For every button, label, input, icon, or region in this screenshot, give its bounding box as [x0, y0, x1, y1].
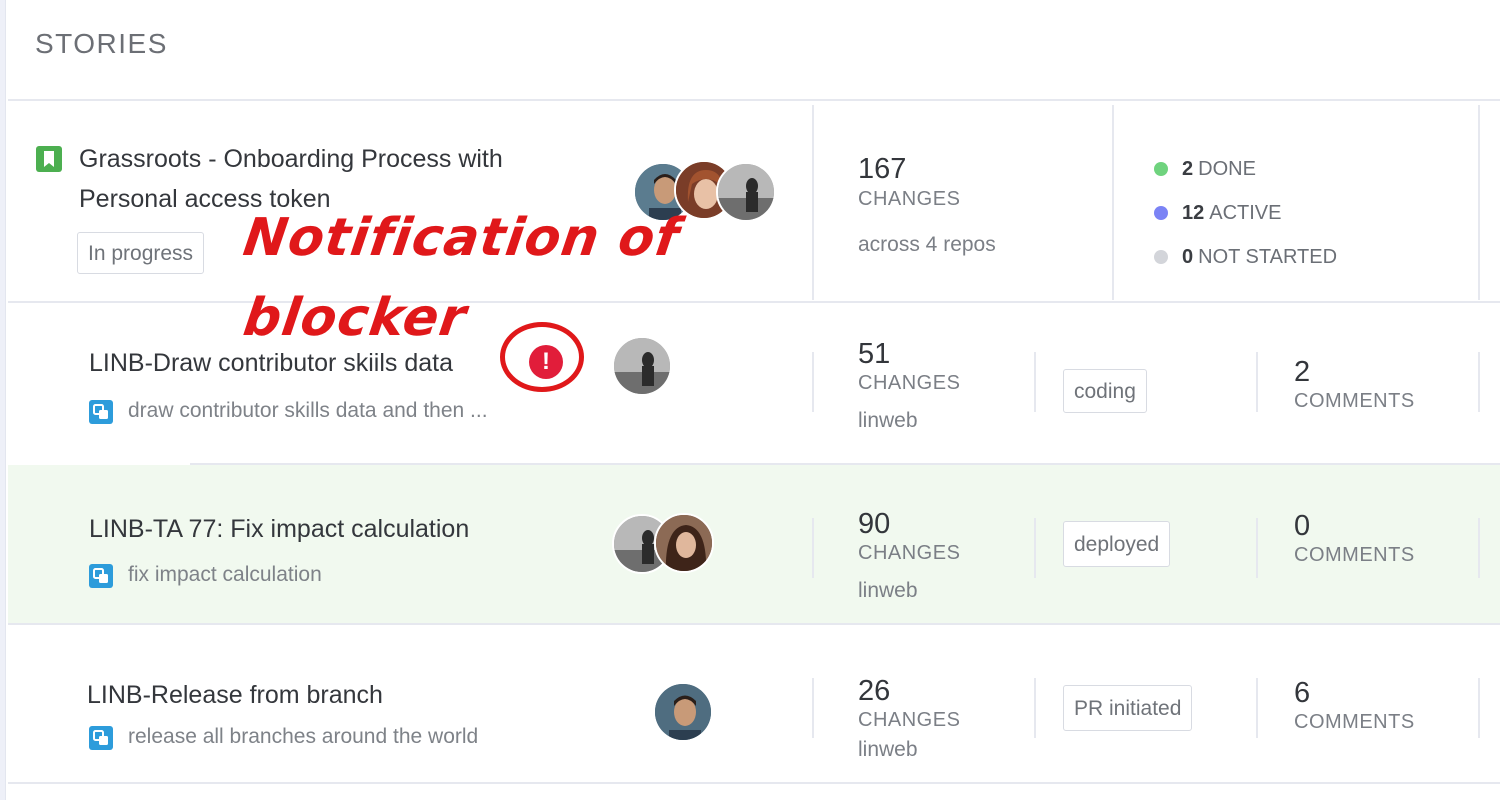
- task-status-badge[interactable]: coding: [1063, 369, 1147, 413]
- task-repo: linweb: [858, 738, 918, 761]
- task-description: draw contributor skills data and then ..…: [128, 399, 488, 422]
- annotation-circle: [500, 322, 584, 392]
- task-changes-count: 26: [858, 675, 891, 707]
- column-divider: [1034, 352, 1036, 412]
- subtask-icon: [89, 726, 113, 750]
- task-comments-count: 0: [1294, 510, 1311, 542]
- stories-panel: STORIES Grassroots - Onboarding Process …: [0, 0, 1500, 800]
- epic-title-line1[interactable]: Grassroots - Onboarding Process with: [79, 139, 503, 179]
- avatar[interactable]: [612, 336, 672, 396]
- avatar[interactable]: [716, 162, 776, 222]
- bookmark-icon: [36, 146, 62, 172]
- column-divider: [1478, 105, 1480, 300]
- task-title[interactable]: LINB-TA 77: Fix impact calculation: [89, 509, 469, 549]
- task-changes-label: CHANGES: [858, 372, 961, 394]
- task-description: release all branches around the world: [128, 725, 479, 748]
- done-dot-icon: [1154, 162, 1168, 176]
- avatar[interactable]: [654, 513, 714, 573]
- task-repo: linweb: [858, 579, 918, 602]
- column-divider: [1256, 352, 1258, 412]
- divider: [8, 782, 1500, 784]
- annotation-text-line2: blocker: [239, 288, 471, 348]
- task-comments-count: 6: [1294, 677, 1311, 709]
- column-divider: [1034, 678, 1036, 738]
- epic-status-badge: In progress: [77, 232, 205, 274]
- column-divider: [1478, 518, 1480, 578]
- task-title[interactable]: LINB-Release from branch: [87, 675, 383, 715]
- progress-not-started: 0 NOT STARTED: [1154, 246, 1337, 269]
- column-divider: [1478, 678, 1480, 738]
- task-comments-label: COMMENTS: [1294, 711, 1415, 733]
- task-changes-count: 51: [858, 338, 891, 370]
- task-changes-count: 90: [858, 508, 891, 540]
- progress-active: 12 ACTIVE: [1154, 202, 1282, 225]
- task-description: fix impact calculation: [128, 563, 322, 586]
- epic-repos-text: across 4 repos: [858, 233, 996, 256]
- task-status-badge[interactable]: PR initiated: [1063, 685, 1193, 731]
- divider: [8, 99, 1500, 101]
- column-divider: [1478, 352, 1480, 412]
- epic-changes-label: CHANGES: [858, 188, 961, 210]
- task-repo: linweb: [858, 409, 918, 432]
- divider: [8, 301, 1500, 303]
- section-title: STORIES: [35, 28, 168, 59]
- subtask-icon: [89, 400, 113, 424]
- column-divider: [1112, 105, 1114, 300]
- avatar[interactable]: [653, 682, 713, 742]
- progress-done: 2 DONE: [1154, 158, 1256, 181]
- task-changes-label: CHANGES: [858, 709, 961, 731]
- column-divider: [1256, 518, 1258, 578]
- epic-changes-count: 167: [858, 153, 907, 185]
- column-divider: [1256, 678, 1258, 738]
- task-comments-label: COMMENTS: [1294, 544, 1415, 566]
- subtask-icon: [89, 564, 113, 588]
- column-divider: [812, 352, 814, 412]
- task-changes-label: CHANGES: [858, 542, 961, 564]
- left-rail: [0, 0, 6, 800]
- column-divider: [812, 105, 814, 300]
- task-comments-count: 2: [1294, 356, 1311, 388]
- task-status-badge[interactable]: deployed: [1063, 521, 1171, 567]
- task-comments-label: COMMENTS: [1294, 390, 1415, 412]
- divider: [8, 623, 1500, 625]
- annotation-text-line1: Notification of: [239, 208, 684, 268]
- column-divider: [1034, 518, 1036, 578]
- column-divider: [812, 678, 814, 738]
- active-dot-icon: [1154, 206, 1168, 220]
- column-divider: [812, 518, 814, 578]
- not-started-dot-icon: [1154, 250, 1168, 264]
